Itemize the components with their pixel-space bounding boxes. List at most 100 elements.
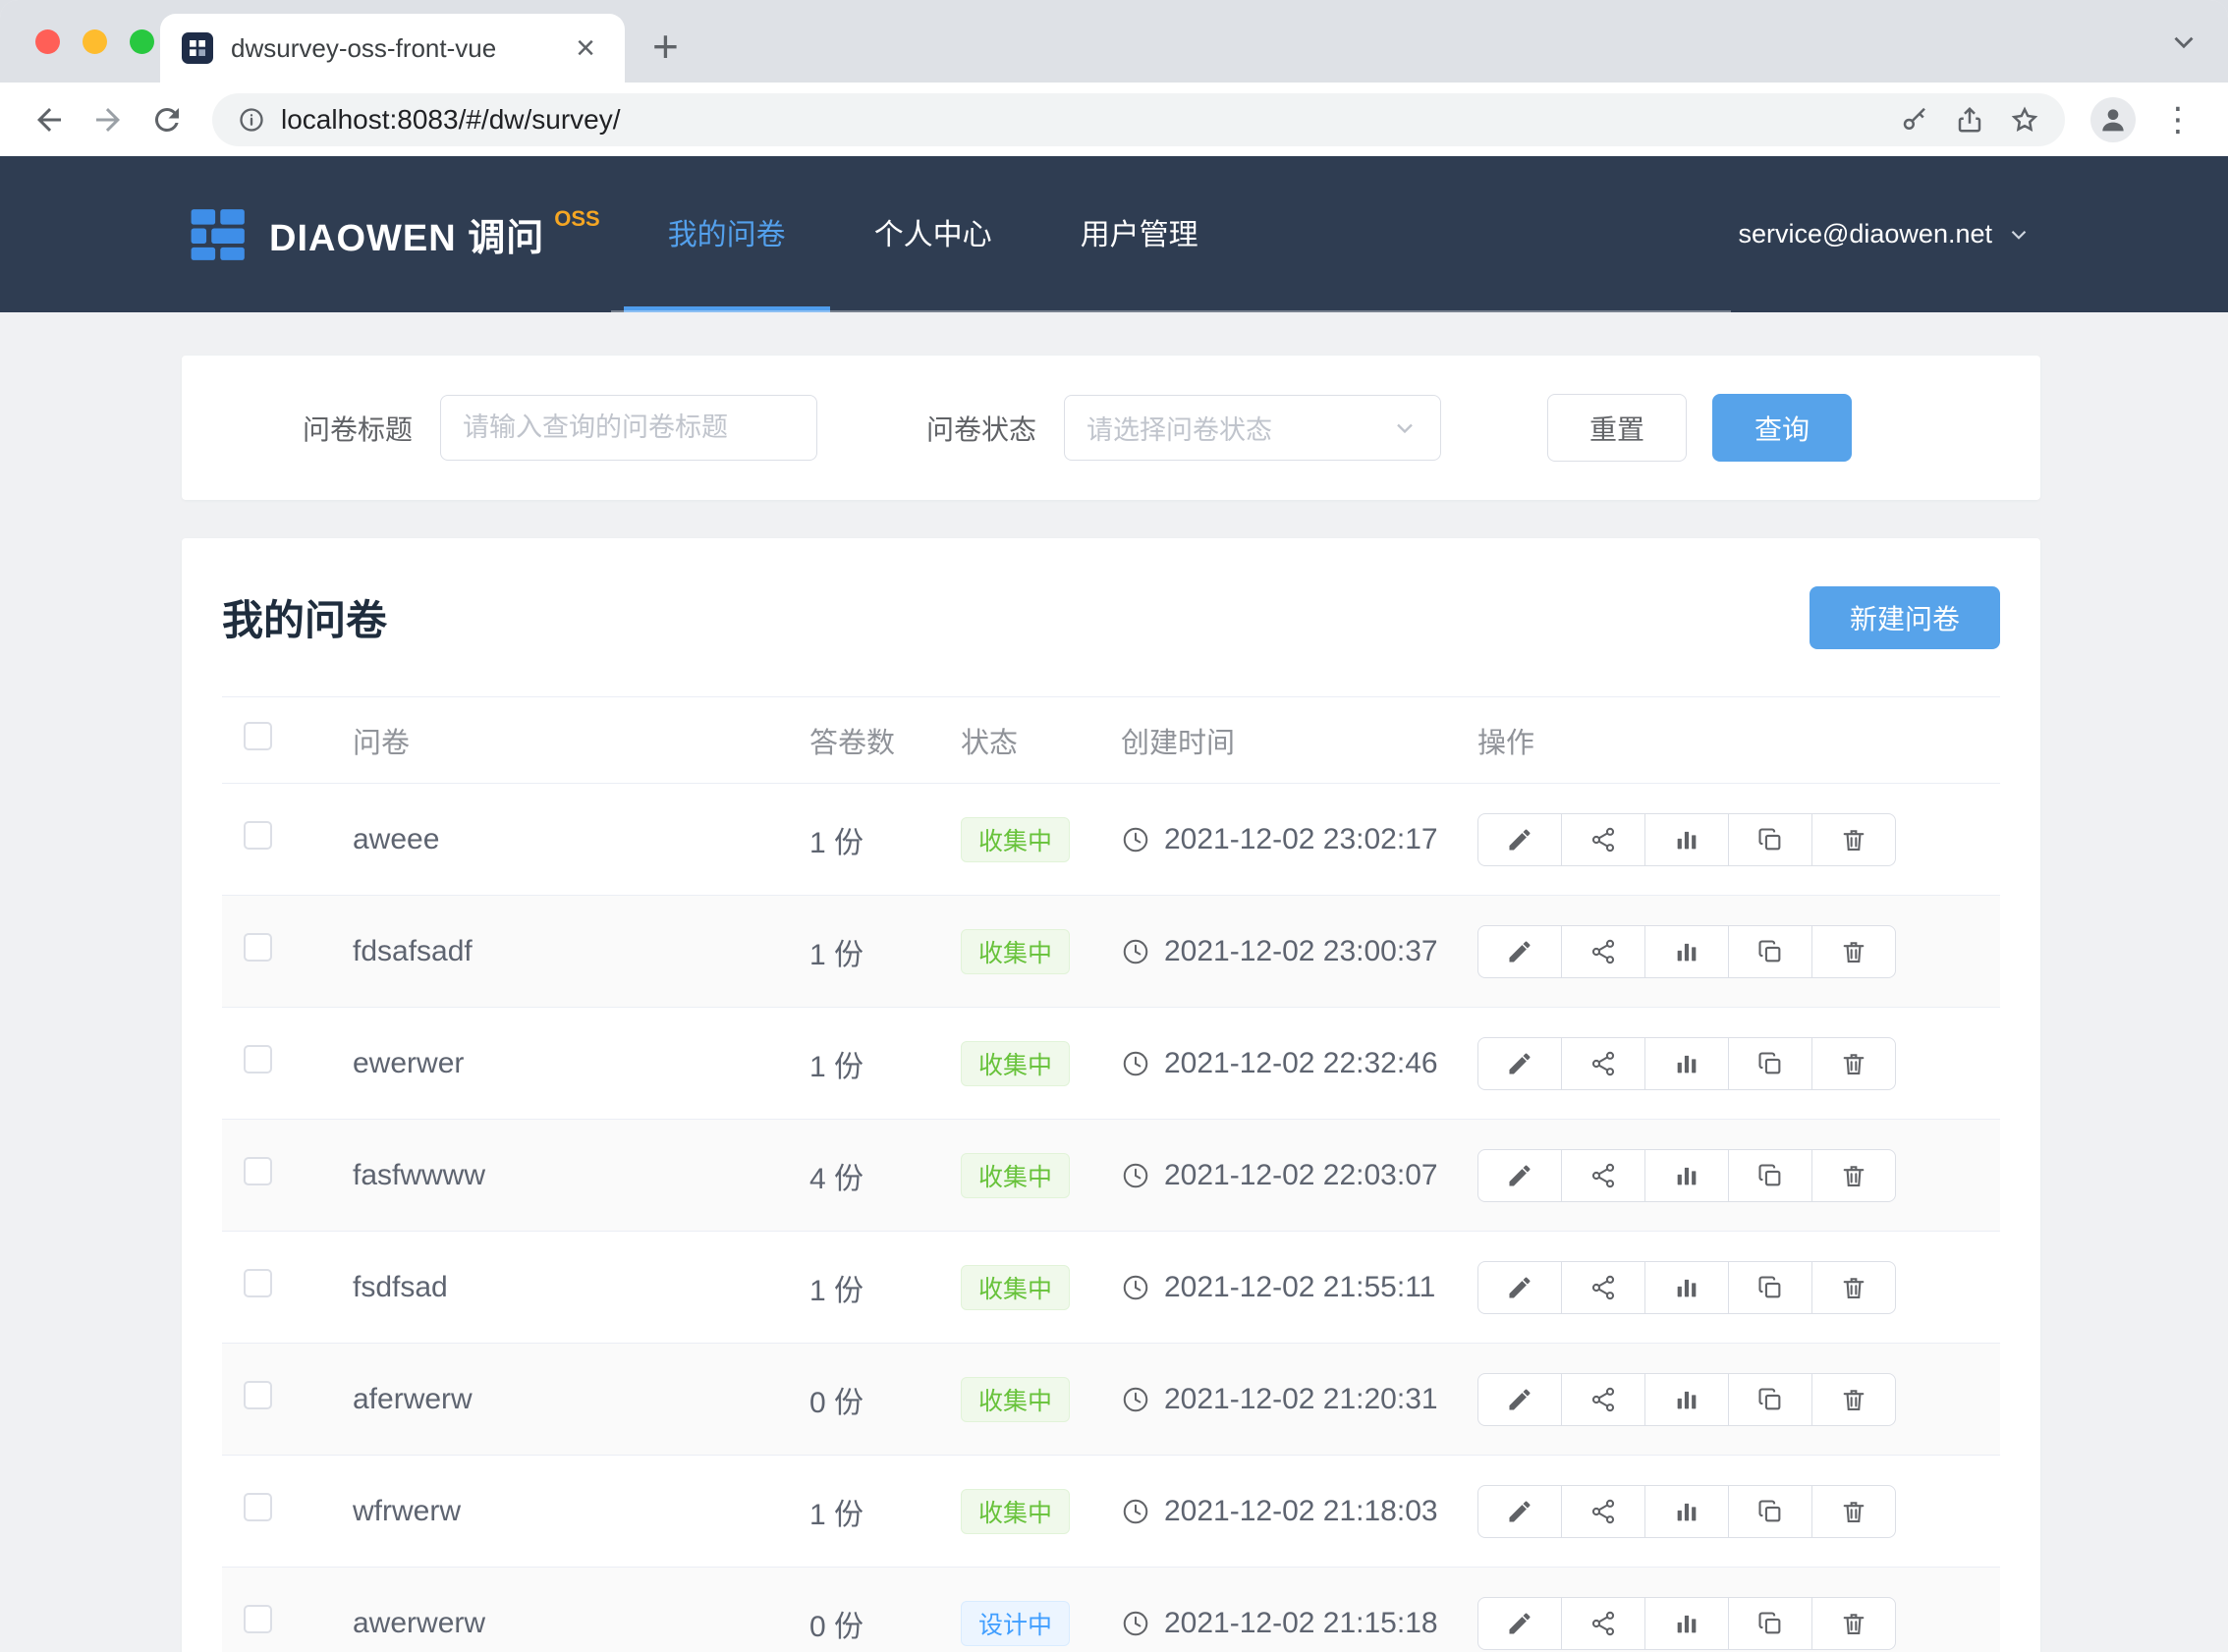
app-header: DIAOWEN 调问 OSS 我的问卷 个人中心 用户管理 service@di… (0, 156, 2228, 312)
nav-item-personal-center[interactable]: 个人中心 (830, 156, 1036, 312)
stats-button[interactable] (1644, 1485, 1729, 1538)
delete-button[interactable] (1811, 925, 1896, 978)
forward-icon[interactable] (84, 96, 132, 143)
new-tab-button[interactable]: + (652, 24, 679, 69)
survey-name: aweee (353, 823, 439, 855)
url-bar[interactable]: localhost:8083/#/dw/survey/ (212, 93, 2065, 146)
delete-button[interactable] (1811, 1037, 1896, 1090)
edit-button[interactable] (1477, 1261, 1562, 1314)
delete-button[interactable] (1811, 1485, 1896, 1538)
clock-icon (1121, 1609, 1150, 1638)
profile-avatar-icon[interactable] (2090, 97, 2136, 142)
stats-button[interactable] (1644, 925, 1729, 978)
close-window-button[interactable] (35, 29, 60, 54)
response-count: 1 份 (809, 827, 863, 859)
trash-icon (1840, 938, 1867, 965)
row-actions (1477, 1373, 2000, 1426)
copy-icon (1756, 1050, 1784, 1077)
copy-button[interactable] (1728, 1149, 1812, 1202)
stats-button[interactable] (1644, 1597, 1729, 1650)
copy-button[interactable] (1728, 813, 1812, 866)
share-button[interactable] (1561, 1485, 1645, 1538)
reset-button[interactable]: 重置 (1547, 394, 1687, 462)
copy-icon (1756, 1610, 1784, 1637)
delete-button[interactable] (1811, 1261, 1896, 1314)
share-button[interactable] (1561, 813, 1645, 866)
column-header-responses: 答卷数 (809, 696, 961, 784)
delete-button[interactable] (1811, 813, 1896, 866)
account-menu[interactable]: service@diaowen.net (1738, 219, 2032, 249)
copy-button[interactable] (1728, 1373, 1812, 1426)
edit-button[interactable] (1477, 1485, 1562, 1538)
url-text[interactable]: localhost:8083/#/dw/survey/ (281, 104, 1900, 136)
stats-button[interactable] (1644, 1149, 1729, 1202)
share-nodes-icon (1589, 1162, 1617, 1189)
row-checkbox[interactable] (244, 1045, 272, 1074)
share-button[interactable] (1561, 925, 1645, 978)
survey-status-select[interactable]: 请选择问卷状态 (1064, 395, 1441, 461)
share-button[interactable] (1561, 1261, 1645, 1314)
nav-item-my-surveys[interactable]: 我的问卷 (624, 156, 830, 312)
page-title: 我的问卷 (222, 587, 387, 647)
survey-title-input[interactable] (440, 395, 817, 461)
back-icon[interactable] (26, 96, 73, 143)
select-all-checkbox[interactable] (244, 722, 272, 750)
share-nodes-icon (1589, 1274, 1617, 1301)
zoom-window-button[interactable] (130, 29, 154, 54)
edit-button[interactable] (1477, 1373, 1562, 1426)
row-checkbox[interactable] (244, 933, 272, 962)
password-key-icon[interactable] (1900, 105, 1929, 135)
row-checkbox[interactable] (244, 1493, 272, 1521)
close-tab-icon[interactable]: × (568, 28, 603, 69)
brand[interactable]: DIAOWEN 调问 OSS (189, 204, 600, 265)
nav-item-user-management[interactable]: 用户管理 (1036, 156, 1243, 312)
created-time: 2021-12-02 22:03:07 (1164, 1159, 1438, 1192)
reload-icon[interactable] (143, 96, 191, 143)
delete-button[interactable] (1811, 1149, 1896, 1202)
query-button[interactable]: 查询 (1712, 394, 1852, 462)
row-checkbox[interactable] (244, 1157, 272, 1185)
bar-chart-icon (1673, 1050, 1700, 1077)
edit-button[interactable] (1477, 1037, 1562, 1090)
status-badge: 收集中 (961, 929, 1070, 974)
copy-button[interactable] (1728, 1037, 1812, 1090)
share-page-icon[interactable] (1955, 105, 1984, 135)
browser-tab[interactable]: dwsurvey-oss-front-vue × (160, 14, 625, 83)
survey-table-body: aweee 1 份 收集中 2021-12-02 23:02:17 (222, 784, 2000, 1652)
delete-button[interactable] (1811, 1597, 1896, 1650)
copy-icon (1756, 1274, 1784, 1301)
stats-button[interactable] (1644, 1261, 1729, 1314)
status-badge: 收集中 (961, 817, 1070, 862)
row-checkbox[interactable] (244, 1269, 272, 1297)
address-bar: localhost:8083/#/dw/survey/ ⋮ (0, 83, 2228, 156)
share-button[interactable] (1561, 1149, 1645, 1202)
row-checkbox[interactable] (244, 1381, 272, 1409)
clock-icon (1121, 937, 1150, 966)
tab-search-chevron-icon[interactable] (2167, 26, 2200, 59)
share-button[interactable] (1561, 1037, 1645, 1090)
stats-button[interactable] (1644, 813, 1729, 866)
minimize-window-button[interactable] (83, 29, 107, 54)
copy-button[interactable] (1728, 925, 1812, 978)
edit-button[interactable] (1477, 1597, 1562, 1650)
edit-button[interactable] (1477, 813, 1562, 866)
share-button[interactable] (1561, 1597, 1645, 1650)
stats-button[interactable] (1644, 1037, 1729, 1090)
edit-button[interactable] (1477, 925, 1562, 978)
delete-button[interactable] (1811, 1373, 1896, 1426)
stats-button[interactable] (1644, 1373, 1729, 1426)
share-button[interactable] (1561, 1373, 1645, 1426)
page-info-icon[interactable] (238, 106, 265, 134)
create-survey-button[interactable]: 新建问卷 (1810, 586, 2000, 649)
edit-button[interactable] (1477, 1149, 1562, 1202)
row-checkbox[interactable] (244, 821, 272, 850)
clock-icon (1121, 1385, 1150, 1414)
browser-menu-icon[interactable]: ⋮ (2153, 100, 2202, 139)
copy-button[interactable] (1728, 1597, 1812, 1650)
copy-button[interactable] (1728, 1261, 1812, 1314)
row-checkbox[interactable] (244, 1605, 272, 1633)
diaowen-logo-icon (189, 204, 250, 265)
copy-button[interactable] (1728, 1485, 1812, 1538)
bookmark-star-icon[interactable] (2010, 105, 2039, 135)
survey-name: ewerwer (353, 1047, 464, 1079)
